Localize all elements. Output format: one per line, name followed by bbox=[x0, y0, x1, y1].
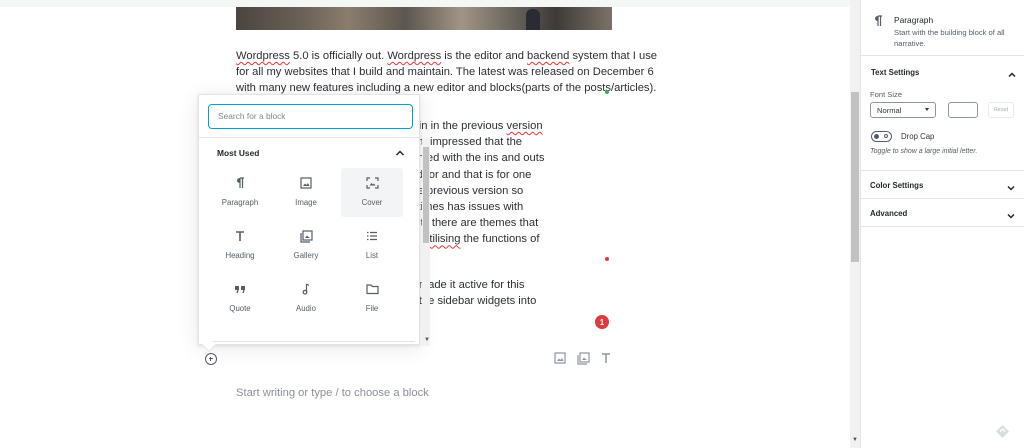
chevron-down-icon bbox=[1006, 180, 1016, 191]
panel-title: Advanced bbox=[870, 209, 908, 218]
text-run: with many new features including a new e… bbox=[236, 82, 657, 95]
post-image[interactable] bbox=[236, 7, 612, 30]
block-card-description: Start with the building block of all nar… bbox=[894, 28, 1005, 48]
block-label: Heading bbox=[225, 251, 255, 260]
audio-icon bbox=[299, 282, 313, 296]
notification-badge[interactable]: 1 bbox=[595, 315, 609, 329]
block-inserter-popover: Search for a block Most Used Paragraph I… bbox=[198, 94, 430, 353]
block-label: Cover bbox=[361, 198, 383, 207]
text-run: 5.0 is officially out. bbox=[289, 50, 388, 62]
paragraph-icon bbox=[233, 176, 247, 190]
font-size-select[interactable]: Normal bbox=[870, 102, 936, 118]
chevron-up-icon[interactable] bbox=[394, 146, 406, 158]
scroll-down-arrow-icon[interactable]: ▼ bbox=[424, 337, 430, 343]
notification-count: 1 bbox=[599, 317, 605, 327]
font-size-value: Normal bbox=[877, 106, 902, 115]
block-label: Image bbox=[295, 198, 317, 207]
block-search-input[interactable]: Search for a block bbox=[208, 104, 413, 129]
panel-color-settings[interactable]: Color Settings bbox=[860, 171, 1024, 199]
add-block-button[interactable] bbox=[205, 353, 217, 365]
new-block-placeholder[interactable]: Start writing or type / to choose a bloc… bbox=[236, 387, 429, 399]
list-icon bbox=[365, 229, 379, 243]
block-label: Paragraph bbox=[221, 198, 259, 207]
block-list[interactable]: List bbox=[341, 221, 403, 270]
inserter-scrollbar-thumb[interactable] bbox=[423, 147, 429, 243]
block-file[interactable]: File bbox=[341, 274, 403, 323]
chevron-down-icon bbox=[1006, 208, 1016, 219]
block-label: List bbox=[365, 251, 379, 260]
diamond-logo-icon bbox=[995, 424, 1010, 439]
block-cover[interactable]: Cover bbox=[341, 168, 403, 217]
font-size-label: Font Size bbox=[870, 90, 903, 99]
misspelled-word[interactable]: version bbox=[507, 120, 543, 132]
cover-icon bbox=[365, 176, 379, 190]
block-quote[interactable]: Quote bbox=[209, 274, 271, 323]
divider bbox=[209, 341, 415, 342]
heading-icon bbox=[233, 229, 247, 243]
image-icon bbox=[299, 176, 313, 190]
panel-text-settings[interactable]: Text Settings bbox=[861, 58, 1024, 86]
block-gallery[interactable]: Gallery bbox=[275, 221, 337, 270]
block-card-title: Paragraph bbox=[894, 15, 934, 25]
paragraph-line: Wordpress 5.0 is officially out. Wordpre… bbox=[236, 48, 657, 64]
heading-icon[interactable] bbox=[599, 351, 613, 365]
text-run: system that I use bbox=[569, 50, 658, 62]
custom-font-size-input[interactable] bbox=[948, 102, 978, 118]
grammar-ok-indicator bbox=[605, 90, 609, 94]
text-run: the functions of bbox=[460, 233, 540, 246]
block-card: Paragraph Start with the building block … bbox=[861, 0, 1024, 56]
gallery-icon bbox=[299, 229, 313, 243]
block-heading[interactable]: Heading bbox=[209, 221, 271, 270]
editor-scrollbar[interactable]: ▼ bbox=[850, 0, 860, 448]
inline-inserter-shortcuts bbox=[553, 351, 613, 365]
block-label: Gallery bbox=[293, 251, 319, 260]
block-grid: Paragraph Image Cover Heading Gallery Li… bbox=[209, 168, 413, 323]
block-audio[interactable]: Audio bbox=[275, 274, 337, 323]
divider bbox=[199, 137, 421, 138]
panel-title: Text Settings bbox=[871, 68, 920, 77]
drop-cap-help: Toggle to show a large initial letter. bbox=[870, 148, 978, 155]
font-size-reset-button[interactable]: Reset bbox=[988, 102, 1014, 118]
misspelled-word[interactable]: Wordpress bbox=[236, 50, 290, 62]
drop-cap-toggle[interactable] bbox=[871, 131, 892, 142]
misspelled-word[interactable]: Wordpress bbox=[387, 50, 441, 62]
image-icon[interactable] bbox=[553, 351, 567, 365]
block-label: Quote bbox=[229, 304, 251, 313]
caret-down-icon bbox=[925, 108, 929, 111]
toggle-knob bbox=[874, 133, 879, 139]
panel-title: Color Settings bbox=[870, 181, 924, 190]
toggle-off-indicator bbox=[884, 134, 888, 138]
file-icon bbox=[365, 282, 379, 296]
block-label: File bbox=[365, 304, 379, 313]
text-run: for all my websites that I build and mai… bbox=[236, 66, 654, 79]
misspelled-word[interactable]: backend bbox=[527, 50, 569, 62]
top-strip bbox=[0, 0, 850, 7]
editor-scrollbar-thumb[interactable] bbox=[851, 92, 859, 262]
block-label: Audio bbox=[296, 304, 316, 313]
scroll-down-arrow-icon[interactable]: ▼ bbox=[852, 437, 858, 443]
panel-advanced[interactable]: Advanced bbox=[860, 199, 1024, 227]
paragraph-icon bbox=[873, 14, 884, 32]
chevron-up-icon bbox=[1007, 67, 1017, 78]
paragraph-line: for all my websites that I build and mai… bbox=[236, 64, 654, 80]
most-used-heading[interactable]: Most Used bbox=[217, 148, 259, 158]
block-image[interactable]: Image bbox=[275, 168, 337, 217]
block-paragraph[interactable]: Paragraph bbox=[209, 168, 271, 217]
paragraph-block-1[interactable]: Wordpress 5.0 is officially out. Wordpre… bbox=[236, 48, 657, 97]
gallery-icon[interactable] bbox=[576, 351, 590, 365]
drop-cap-label: Drop Cap bbox=[901, 132, 935, 141]
spelling-error-indicator bbox=[605, 257, 609, 261]
quote-icon bbox=[233, 282, 247, 296]
text-run: is the editor and bbox=[441, 50, 528, 62]
